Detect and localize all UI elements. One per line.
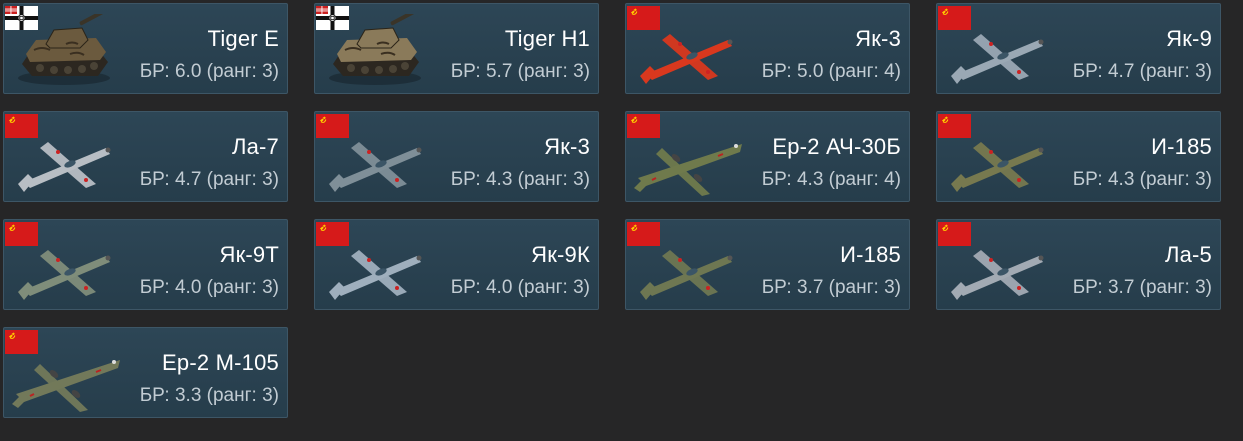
vehicle-name: И-185 xyxy=(840,242,901,267)
battle-rating: БР: 4.0 (ранг: 3) xyxy=(139,277,279,298)
ussr-flag-icon xyxy=(627,222,660,246)
germany-flag-icon xyxy=(316,6,349,30)
battle-rating: БР: 4.7 (ранг: 3) xyxy=(139,169,279,190)
vehicle-name: Tiger E xyxy=(207,26,279,51)
ussr-flag-icon xyxy=(5,222,38,246)
vehicle-card[interactable]: Ла-5 БР: 3.7 (ранг: 3) xyxy=(936,219,1221,310)
vehicle-card[interactable]: Як-9 БР: 4.7 (ранг: 3) xyxy=(936,3,1221,94)
battle-rating: БР: 6.0 (ранг: 3) xyxy=(139,61,279,82)
vehicle-card[interactable]: Як-3 БР: 4.3 (ранг: 3) xyxy=(314,111,599,202)
battle-rating: БР: 4.0 (ранг: 3) xyxy=(450,277,590,298)
vehicle-card[interactable]: Ла-7 БР: 4.7 (ранг: 3) xyxy=(3,111,288,202)
battle-rating: БР: 4.3 (ранг: 3) xyxy=(1072,169,1212,190)
ussr-flag-icon xyxy=(5,330,38,354)
battle-rating: БР: 3.3 (ранг: 3) xyxy=(139,385,279,406)
ussr-flag-icon xyxy=(316,114,349,138)
battle-rating: БР: 4.3 (ранг: 3) xyxy=(450,169,590,190)
ussr-flag-icon xyxy=(938,222,971,246)
germany-flag-icon xyxy=(5,6,38,30)
vehicle-name: Як-3 xyxy=(544,134,590,159)
ussr-flag-icon xyxy=(316,222,349,246)
vehicle-name: Як-9Т xyxy=(219,242,279,267)
vehicle-card[interactable]: Tiger E БР: 6.0 (ранг: 3) xyxy=(3,3,288,94)
vehicle-name: Ер-2 М-105 xyxy=(162,350,279,375)
vehicle-card[interactable]: Ер-2 АЧ-30Б БР: 4.3 (ранг: 4) xyxy=(625,111,910,202)
battle-rating: БР: 3.7 (ранг: 3) xyxy=(761,277,901,298)
vehicle-card[interactable]: Як-3 БР: 5.0 (ранг: 4) xyxy=(625,3,910,94)
vehicle-card[interactable]: Як-9Т БР: 4.0 (ранг: 3) xyxy=(3,219,288,310)
vehicle-name: Ла-7 xyxy=(231,134,279,159)
vehicle-name: Як-9 xyxy=(1166,26,1212,51)
vehicle-grid: Tiger E БР: 6.0 (ранг: 3) Tiger H1 БР: 5.7 … xyxy=(3,3,1243,418)
vehicle-card[interactable]: И-185 БР: 3.7 (ранг: 3) xyxy=(625,219,910,310)
ussr-flag-icon xyxy=(627,114,660,138)
vehicle-name: Як-3 xyxy=(855,26,901,51)
vehicle-name: Як-9К xyxy=(531,242,590,267)
vehicle-card[interactable]: Ер-2 М-105 БР: 3.3 (ранг: 3) xyxy=(3,327,288,418)
battle-rating: БР: 5.7 (ранг: 3) xyxy=(450,61,590,82)
vehicle-name: И-185 xyxy=(1151,134,1212,159)
vehicle-name: Tiger H1 xyxy=(504,26,590,51)
battle-rating: БР: 3.7 (ранг: 3) xyxy=(1072,277,1212,298)
vehicle-name: Ла-5 xyxy=(1164,242,1212,267)
ussr-flag-icon xyxy=(5,114,38,138)
vehicle-card[interactable]: И-185 БР: 4.3 (ранг: 3) xyxy=(936,111,1221,202)
ussr-flag-icon xyxy=(627,6,660,30)
battle-rating: БР: 4.7 (ранг: 3) xyxy=(1072,61,1212,82)
vehicle-card[interactable]: Як-9К БР: 4.0 (ранг: 3) xyxy=(314,219,599,310)
vehicle-card[interactable]: Tiger H1 БР: 5.7 (ранг: 3) xyxy=(314,3,599,94)
vehicle-list-page: { "vehicles": [ {"name": "Tiger E", "br_… xyxy=(0,0,1243,441)
ussr-flag-icon xyxy=(938,114,971,138)
vehicle-name: Ер-2 АЧ-30Б xyxy=(772,134,901,159)
battle-rating: БР: 5.0 (ранг: 4) xyxy=(761,61,901,82)
ussr-flag-icon xyxy=(938,6,971,30)
battle-rating: БР: 4.3 (ранг: 4) xyxy=(761,169,901,190)
